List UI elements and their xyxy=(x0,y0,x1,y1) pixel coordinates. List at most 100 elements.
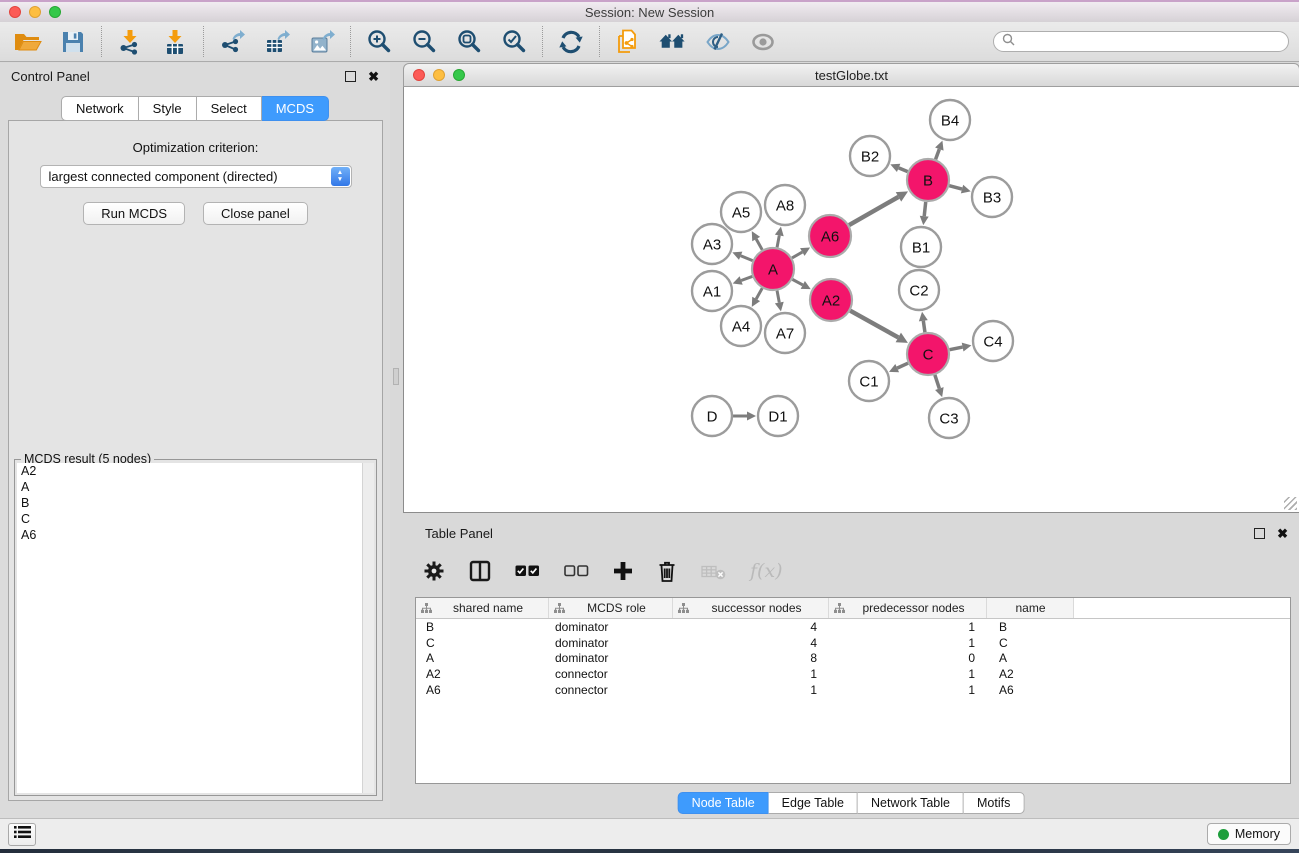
show-graphics-icon[interactable] xyxy=(749,28,777,56)
tab-motifs[interactable]: Motifs xyxy=(964,792,1024,814)
search-box[interactable] xyxy=(993,31,1289,52)
hide-graphics-icon[interactable] xyxy=(704,28,732,56)
refresh-icon[interactable] xyxy=(557,28,585,56)
tab-network[interactable]: Network xyxy=(61,96,139,121)
table-cell: 1 xyxy=(673,683,829,697)
resize-grip-icon[interactable] xyxy=(1284,497,1297,510)
import-network-icon[interactable] xyxy=(116,28,144,56)
zoom-out-icon[interactable] xyxy=(410,28,438,56)
home-icon[interactable] xyxy=(659,28,687,56)
select-all-icon[interactable] xyxy=(515,565,540,577)
graph-node-label: B xyxy=(923,172,933,189)
network-from-file-icon[interactable] xyxy=(614,28,642,56)
zoom-fit-icon[interactable] xyxy=(455,28,483,56)
desktop-background-strip xyxy=(0,849,1299,853)
graph-node-label: A5 xyxy=(732,204,750,221)
column-header-name[interactable]: name xyxy=(987,598,1074,618)
add-column-icon[interactable] xyxy=(613,561,633,581)
tab-style[interactable]: Style xyxy=(139,96,197,121)
mcds-result-item[interactable]: A xyxy=(17,479,374,495)
float-panel-icon[interactable] xyxy=(345,71,356,82)
mcds-result-item[interactable]: B xyxy=(17,495,374,511)
window-title: Session: New Session xyxy=(0,5,1299,20)
table-row[interactable]: Bdominator41B xyxy=(416,619,1290,635)
toolbar-group xyxy=(102,28,203,56)
close-panel-button[interactable]: Close panel xyxy=(203,202,308,225)
zoom-selected-icon[interactable] xyxy=(500,28,528,56)
graph-edge xyxy=(850,311,898,338)
graph-edge xyxy=(849,197,898,225)
run-mcds-button[interactable]: Run MCDS xyxy=(83,202,185,225)
graph-node-label: C3 xyxy=(939,410,958,427)
import-table-icon[interactable] xyxy=(161,28,189,56)
table-row[interactable]: Adominator80A xyxy=(416,651,1290,667)
tab-network-table[interactable]: Network Table xyxy=(858,792,964,814)
result-scrollbar[interactable] xyxy=(362,463,374,793)
control-panel-tabs: NetworkStyleSelectMCDS xyxy=(61,96,329,121)
main-toolbar xyxy=(0,22,1299,62)
graph-node-label: A3 xyxy=(703,236,721,253)
graph-node-label: D1 xyxy=(768,408,787,425)
columns-icon[interactable] xyxy=(469,560,491,582)
table-cell: 4 xyxy=(673,636,829,650)
network-graph[interactable]: B4B2BB3B1C2A5A8A6A3AA1A4A7A2CC4C1C3DD1 xyxy=(404,87,1299,512)
tab-node-table[interactable]: Node Table xyxy=(678,792,769,814)
mcds-result-item[interactable]: C xyxy=(17,511,374,527)
tab-mcds[interactable]: MCDS xyxy=(262,96,329,121)
graph-edge xyxy=(899,168,908,172)
function-builder-icon: f(x) xyxy=(750,562,783,581)
network-window-titlebar[interactable]: testGlobe.txt xyxy=(403,63,1299,87)
save-icon[interactable] xyxy=(59,28,87,56)
task-history-button[interactable] xyxy=(8,823,36,846)
column-header-predecessor-nodes[interactable]: predecessor nodes xyxy=(829,598,987,618)
header-filler xyxy=(1074,598,1290,618)
delete-icon[interactable] xyxy=(657,560,677,582)
control-panel-header: Control Panel ✖ xyxy=(0,63,390,89)
table-panel: Table Panel ✖ f(x) shared nameMCDS roles… xyxy=(403,520,1299,817)
network-canvas[interactable]: B4B2BB3B1C2A5A8A6A3AA1A4A7A2CC4C1C3DD1 xyxy=(403,87,1299,513)
table-row[interactable]: Cdominator41C xyxy=(416,635,1290,651)
tab-edge-table[interactable]: Edge Table xyxy=(769,792,858,814)
zoom-in-icon[interactable] xyxy=(365,28,393,56)
tab-select[interactable]: Select xyxy=(197,96,262,121)
search-input[interactable] xyxy=(1020,35,1288,49)
graph-edge xyxy=(756,239,762,250)
table-cell: dominator xyxy=(549,620,673,634)
graph-node-label: D xyxy=(707,408,718,425)
mcds-result-list: A2ABCA6 xyxy=(17,463,374,793)
column-tree-icon xyxy=(678,603,689,613)
close-panel-icon[interactable]: ✖ xyxy=(1277,527,1288,540)
column-header-MCDS-role[interactable]: MCDS role xyxy=(549,598,673,618)
criterion-dropdown[interactable]: largest connected component (directed) ▲… xyxy=(40,165,352,188)
mcds-result-item[interactable]: A6 xyxy=(17,527,374,543)
open-folder-icon[interactable] xyxy=(14,28,42,56)
float-panel-icon[interactable] xyxy=(1254,528,1265,539)
column-header-shared-name[interactable]: shared name xyxy=(416,598,549,618)
table-cell: C xyxy=(416,636,549,650)
table-cell: 0 xyxy=(829,651,987,665)
table-cell: 4 xyxy=(673,620,829,634)
graph-edge xyxy=(935,375,939,389)
graph-node-label: B1 xyxy=(912,239,930,256)
column-header-successor-nodes[interactable]: successor nodes xyxy=(673,598,829,618)
network-view-title: testGlobe.txt xyxy=(404,68,1299,83)
table-header-row: shared nameMCDS rolesuccessor nodesprede… xyxy=(416,598,1290,619)
search-icon xyxy=(1002,33,1015,51)
splitpane-handle[interactable] xyxy=(393,368,399,385)
table-cell: A6 xyxy=(987,683,1074,697)
graph-node-label: C xyxy=(923,346,934,363)
table-settings-icon[interactable] xyxy=(423,560,445,582)
table-row[interactable]: A6connector11A6 xyxy=(416,682,1290,698)
table-row[interactable]: A2connector11A2 xyxy=(416,666,1290,682)
close-panel-icon[interactable]: ✖ xyxy=(368,70,379,83)
deselect-all-icon[interactable] xyxy=(564,565,589,577)
export-network-icon[interactable] xyxy=(218,28,246,56)
export-table-icon[interactable] xyxy=(263,28,291,56)
export-image-icon[interactable] xyxy=(308,28,336,56)
table-cell: 8 xyxy=(673,651,829,665)
memory-button[interactable]: Memory xyxy=(1207,823,1291,845)
mcds-result-item[interactable]: A2 xyxy=(17,463,374,479)
table-cell: 1 xyxy=(829,636,987,650)
table-panel-header: Table Panel ✖ xyxy=(403,520,1299,546)
status-bar: Memory xyxy=(0,818,1299,849)
